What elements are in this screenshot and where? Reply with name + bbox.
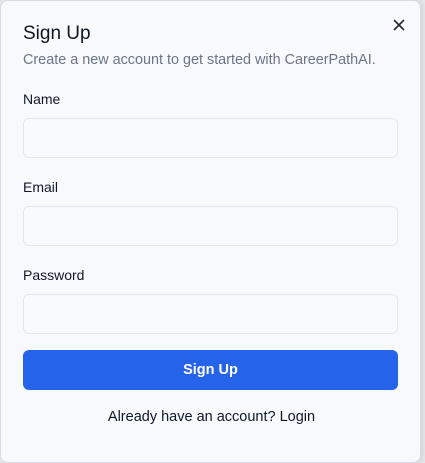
password-label: Password (23, 267, 85, 283)
dialog-subtitle: Create a new account to get started with… (23, 52, 376, 68)
password-input[interactable] (23, 294, 398, 334)
close-button[interactable] (389, 15, 409, 35)
dialog-title: Sign Up (23, 23, 91, 44)
email-input[interactable] (23, 206, 398, 246)
login-prompt: Already have an account? Login (1, 409, 422, 425)
signup-dialog: Sign Up Create a new account to get star… (0, 0, 421, 463)
sign-up-button[interactable]: Sign Up (23, 350, 398, 390)
close-icon (393, 19, 405, 31)
login-prompt-text: Already have an account? (107, 409, 276, 425)
name-label: Name (23, 91, 61, 107)
name-input[interactable] (23, 118, 398, 158)
login-link[interactable]: Login (280, 409, 315, 425)
email-label: Email (23, 179, 59, 195)
